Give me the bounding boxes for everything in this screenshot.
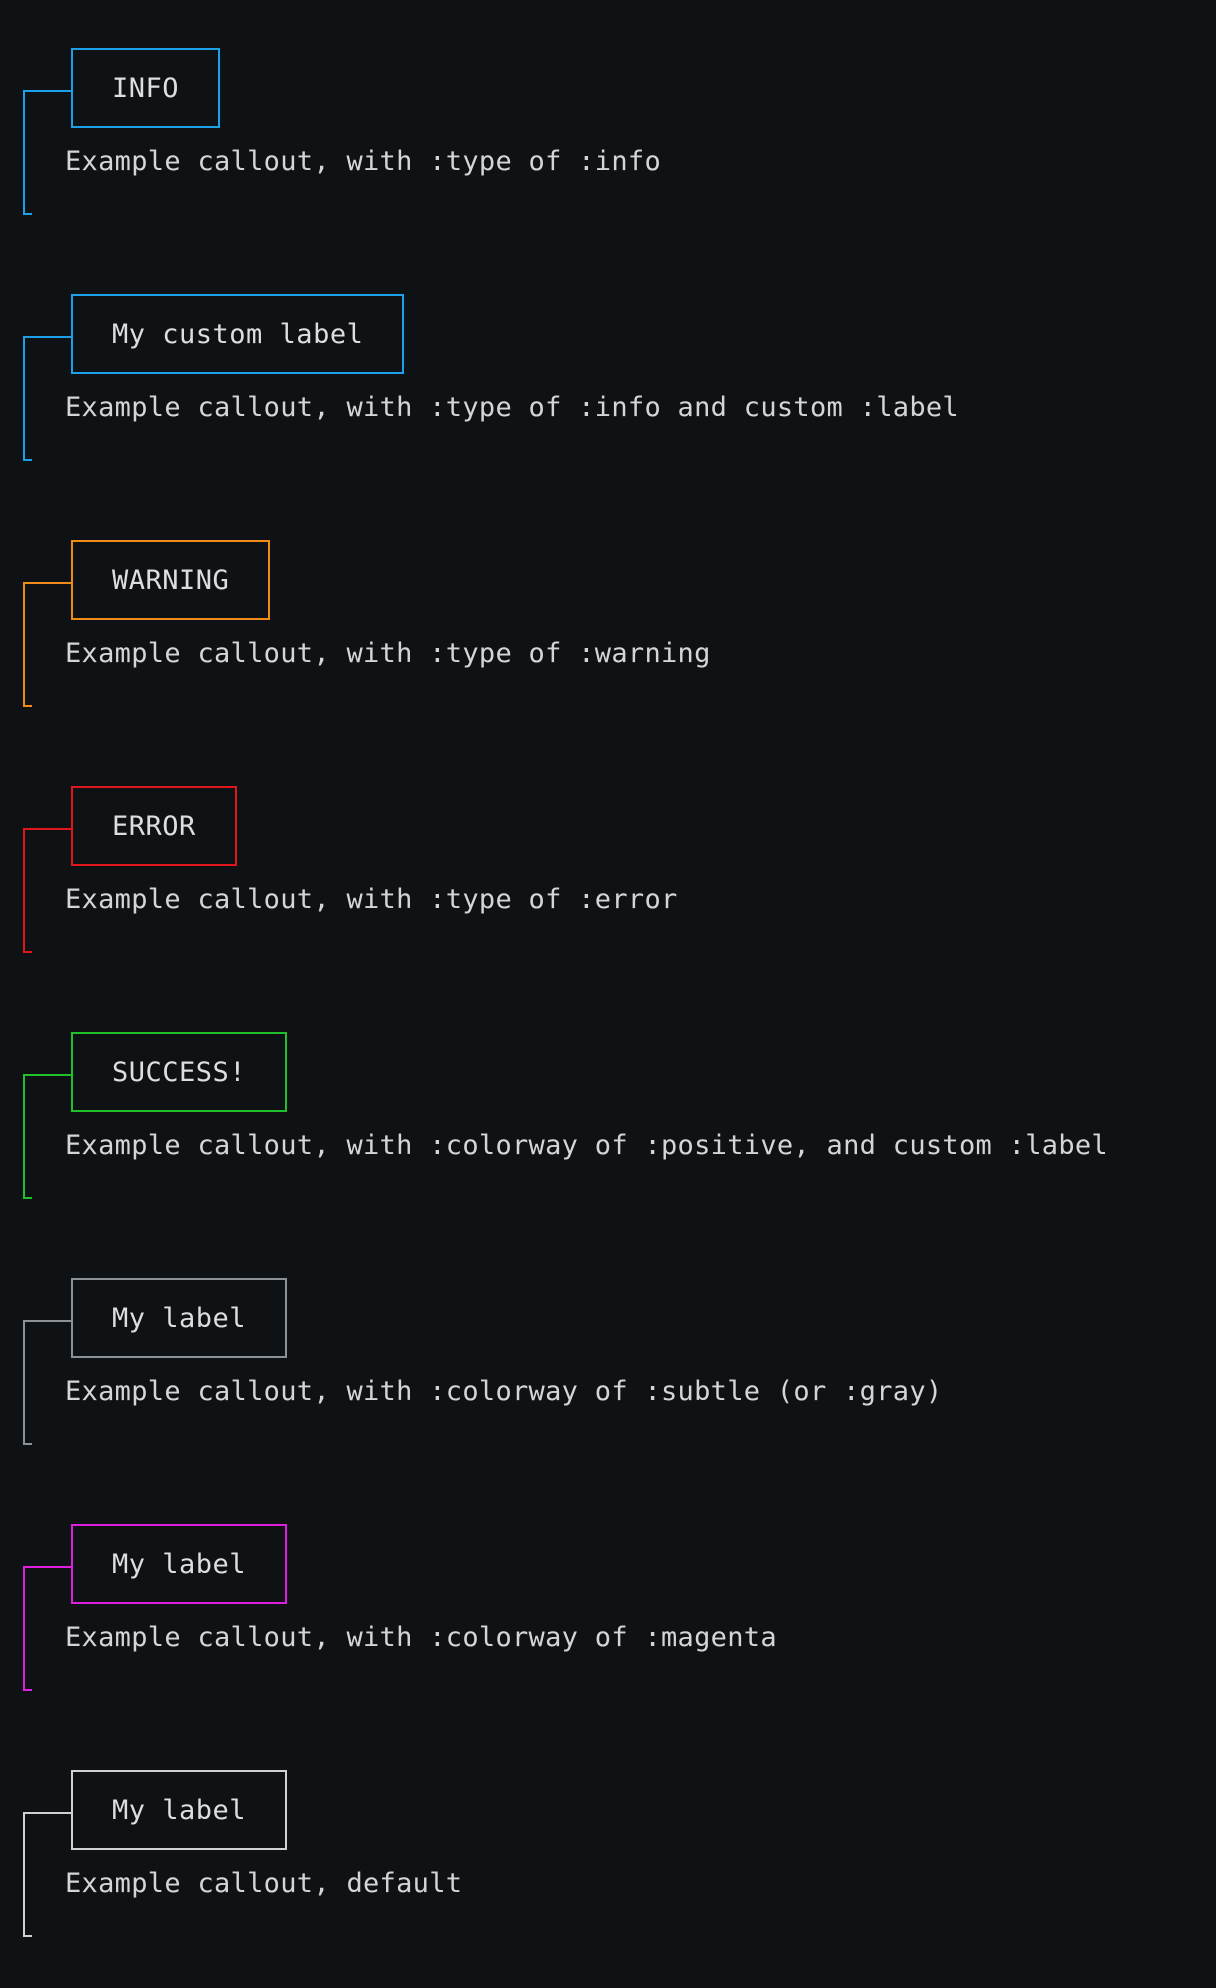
bracket-side: [23, 1320, 32, 1445]
bracket-side: [23, 828, 32, 953]
callout-success: SUCCESS! Example callout, with :colorway…: [0, 1032, 1216, 1232]
callout-label: My label: [71, 1770, 288, 1850]
bracket-side: [23, 1812, 32, 1937]
callout-text: Example callout, with :colorway of :posi…: [65, 1130, 1108, 1161]
callout-label: WARNING: [71, 540, 271, 620]
callout-info: INFO Example callout, with :type of :inf…: [0, 48, 1216, 248]
callout-warning: WARNING Example callout, with :type of :…: [0, 540, 1216, 740]
callout-error: ERROR Example callout, with :type of :er…: [0, 786, 1216, 986]
callout-text: Example callout, with :type of :info and…: [65, 392, 959, 423]
bracket-side: [23, 90, 32, 215]
callout-label: My label: [71, 1524, 288, 1604]
callout-text: Example callout, with :type of :error: [65, 884, 678, 915]
bracket-side: [23, 336, 32, 461]
callout-label: My label: [71, 1278, 288, 1358]
callout-label: My custom label: [71, 294, 405, 374]
callout-text: Example callout, with :type of :warning: [65, 638, 711, 669]
callout-label: SUCCESS!: [71, 1032, 288, 1112]
callout-label: ERROR: [71, 786, 237, 866]
callout-text: Example callout, with :colorway of :subt…: [65, 1376, 943, 1407]
callout-info-custom-label: My custom label Example callout, with :t…: [0, 294, 1216, 494]
callout-text: Example callout, with :colorway of :mage…: [65, 1622, 777, 1653]
callout-subtle: My label Example callout, with :colorway…: [0, 1278, 1216, 1478]
callout-label: INFO: [71, 48, 221, 128]
bracket-side: [23, 1566, 32, 1691]
bracket-side: [23, 582, 32, 707]
bracket-side: [23, 1074, 32, 1199]
callout-magenta: My label Example callout, with :colorway…: [0, 1524, 1216, 1724]
callout-text: Example callout, default: [65, 1868, 463, 1899]
callout-default: My label Example callout, default: [0, 1770, 1216, 1970]
callout-text: Example callout, with :type of :info: [65, 146, 661, 177]
